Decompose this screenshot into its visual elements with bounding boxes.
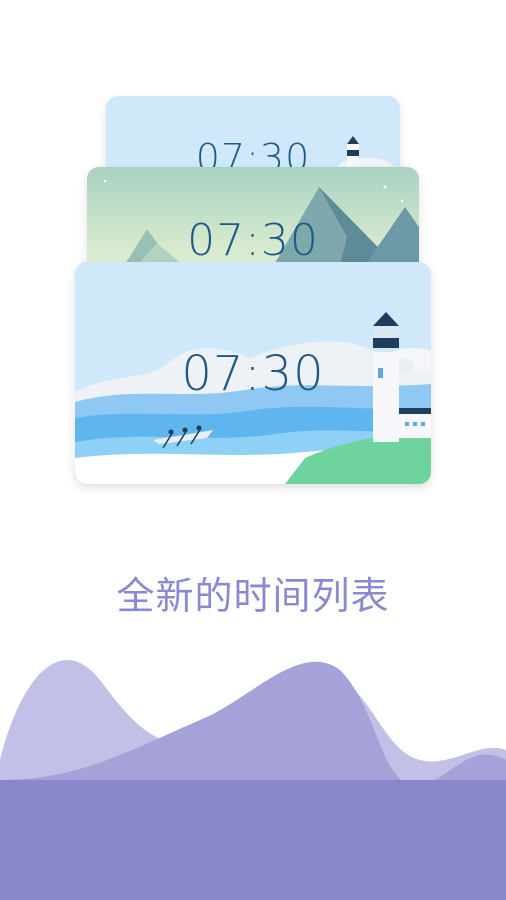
alarm-card-middle[interactable]: 07:30 [87,167,419,277]
alarm-time: 07:30 [187,215,319,266]
feature-caption: 全新的时间列表 [116,574,390,618]
decorative-waves [0,659,506,900]
alarm-card-front[interactable]: 07:30 [75,262,431,484]
alarm-time: 07:30 [181,346,325,402]
front-wave [0,780,506,900]
